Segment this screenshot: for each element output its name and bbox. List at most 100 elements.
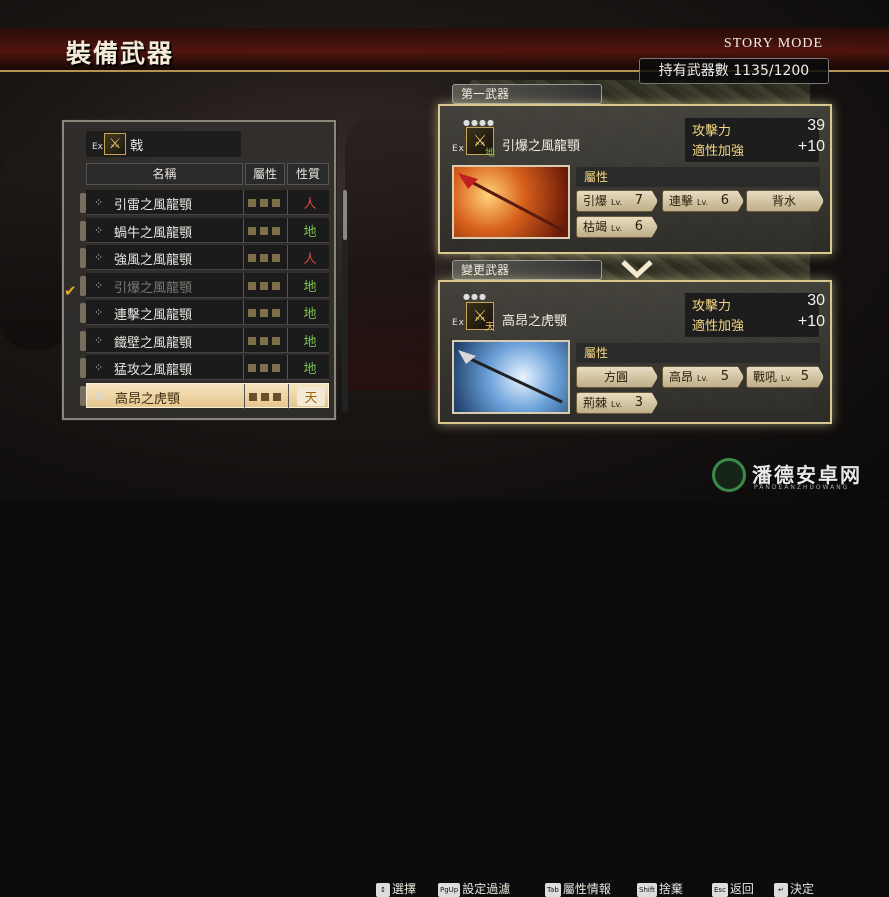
key-icon: Esc — [712, 883, 728, 897]
key-icon: Tab — [545, 883, 561, 897]
row-edge — [80, 358, 86, 378]
attribute-slots — [248, 309, 282, 317]
character-silhouette — [345, 110, 435, 390]
weapon-name: 高昂之虎顎 — [115, 391, 181, 407]
weapon-name: 猛攻之風龍顎 — [114, 363, 193, 378]
attribute-tag: 方圓 — [576, 366, 658, 388]
key-icon: PgUp — [438, 883, 461, 897]
key-icon: ↕ — [376, 883, 390, 897]
level-value: 6 — [720, 193, 729, 208]
rarity-dots-icon: ✿ — [95, 389, 105, 403]
control-hint[interactable]: Esc 返回 — [712, 880, 754, 897]
weapon-row[interactable]: ⁘ 引雷之風龍顎 人 — [86, 190, 329, 215]
rarity-dots-icon: ⁘ — [94, 251, 104, 264]
attribute-name: 背水 — [771, 194, 796, 208]
weapon-name: 引爆之風龍顎 — [114, 280, 193, 296]
attribute-name: 引爆 — [583, 194, 608, 208]
rarity-dots-icon: ⁘ — [94, 333, 104, 347]
chevron-down-icon — [621, 260, 653, 279]
divider — [287, 190, 288, 215]
attribute-slots — [248, 199, 282, 207]
weapon-nature: 天 — [297, 386, 325, 406]
level-label: Lv. — [697, 198, 709, 207]
attribute-slots — [248, 254, 282, 262]
weapon-name: 鐵壁之風龍顎 — [114, 335, 193, 351]
weapon-row[interactable]: ⁘ 猛攻之風龍顎 地 — [86, 355, 329, 380]
weapon-nature: 地 — [303, 279, 317, 295]
attribute-header: 屬性 — [576, 167, 820, 187]
attribute-tag: 高昂 Lv. 5 — [662, 366, 744, 388]
rarity-dots-icon: ⁘ — [94, 306, 104, 319]
weapon-row[interactable]: ⁘ 蝸牛之風龍顎 地 — [86, 217, 329, 243]
bonus-value: +10 — [797, 313, 825, 330]
divider — [287, 272, 288, 298]
key-icon: Shift — [637, 883, 657, 897]
column-header-nature: 性質 — [287, 163, 329, 185]
control-hint[interactable]: Shift 捨棄 — [637, 880, 683, 897]
divider — [243, 300, 244, 325]
attribute-name: 荊棘 — [583, 396, 608, 410]
level-label: Lv. — [611, 224, 623, 233]
attribute-tag: 連擊 Lv. 6 — [662, 190, 744, 212]
ex-label: Ex — [452, 144, 466, 154]
attack-value: 30 — [807, 292, 825, 309]
weapon-name: 連擊之風龍顎 — [114, 308, 193, 323]
attribute-tag: 荊棘 Lv. 3 — [576, 392, 658, 414]
divider — [288, 383, 289, 409]
control-hint[interactable]: ↵ 決定 — [774, 880, 814, 897]
attribute-slots — [248, 364, 282, 372]
weapon-name: 強風之風龍顎 — [114, 253, 193, 268]
watermark-logo-icon — [712, 458, 746, 492]
level-label: Lv. — [611, 198, 623, 207]
weapon-nature: 地 — [303, 334, 317, 350]
divider — [243, 272, 244, 298]
weapon-row[interactable]: ✿ 高昂之虎顎 天 — [86, 382, 329, 409]
owned-weapons-count: 持有武器數 1135/1200 — [639, 58, 829, 84]
scrollbar-thumb[interactable] — [343, 190, 347, 240]
weapon-row[interactable]: ⁘ 鐵壁之風龍顎 地 — [86, 327, 329, 353]
control-label: 決定 — [790, 882, 815, 896]
control-label: 屬性情報 — [562, 882, 611, 896]
rarity-dots-icon: ⁘ — [94, 278, 104, 292]
divider — [243, 217, 244, 243]
halberd-icon: ⚔ — [104, 133, 126, 155]
control-hint[interactable]: ↕ 選擇 — [376, 880, 416, 897]
control-label: 設定過濾 — [462, 882, 511, 896]
row-edge — [80, 220, 86, 241]
row-edge — [80, 248, 86, 268]
weapon-nature: 地 — [303, 362, 317, 377]
divider — [287, 217, 288, 243]
mode-label: STORY MODE — [723, 36, 823, 51]
divider — [243, 190, 244, 215]
divider — [243, 245, 244, 270]
weapon-type-name: 戟 — [130, 139, 144, 154]
weapon-row[interactable]: ⁘ 強風之風龍顎 人 — [86, 245, 329, 270]
level-value: 3 — [634, 395, 643, 410]
weapon-row[interactable]: ⁘ 引爆之風龍顎 地 — [86, 272, 329, 298]
character-silhouette-left — [0, 150, 70, 350]
watermark-sub: PANDEANZHUOWANG — [754, 484, 850, 491]
row-edge — [80, 303, 86, 323]
ex-label: Ex — [452, 318, 466, 328]
control-hint[interactable]: Tab 屬性情報 — [545, 880, 611, 897]
key-icon: ↵ — [774, 883, 788, 897]
current-weapon-name: 引爆之風龍顎 — [502, 139, 581, 154]
attribute-tag: 背水 — [746, 190, 824, 212]
change-weapon-name: 高昂之虎顎 — [502, 314, 568, 329]
attribute-slots — [248, 281, 282, 290]
spear-graphic — [458, 350, 563, 404]
page-title: 裝備武器 — [66, 39, 175, 68]
divider — [244, 383, 245, 409]
bonus-label: 適性加強 — [692, 319, 745, 334]
nature-label: 地 — [485, 148, 496, 159]
weapon-row[interactable]: ⁘ 連擊之風龍顎 地 — [86, 300, 329, 325]
attribute-name: 方圓 — [603, 370, 628, 384]
row-edge — [80, 275, 86, 296]
nature-label: 天 — [485, 322, 496, 333]
attribute-tag: 引爆 Lv. 7 — [576, 190, 658, 212]
divider — [243, 327, 244, 353]
weapon-name: 引雷之風龍顎 — [114, 198, 193, 213]
level-value: 6 — [634, 219, 643, 234]
control-hint[interactable]: PgUp 設定過濾 — [438, 880, 510, 897]
control-label: 選擇 — [392, 882, 417, 896]
